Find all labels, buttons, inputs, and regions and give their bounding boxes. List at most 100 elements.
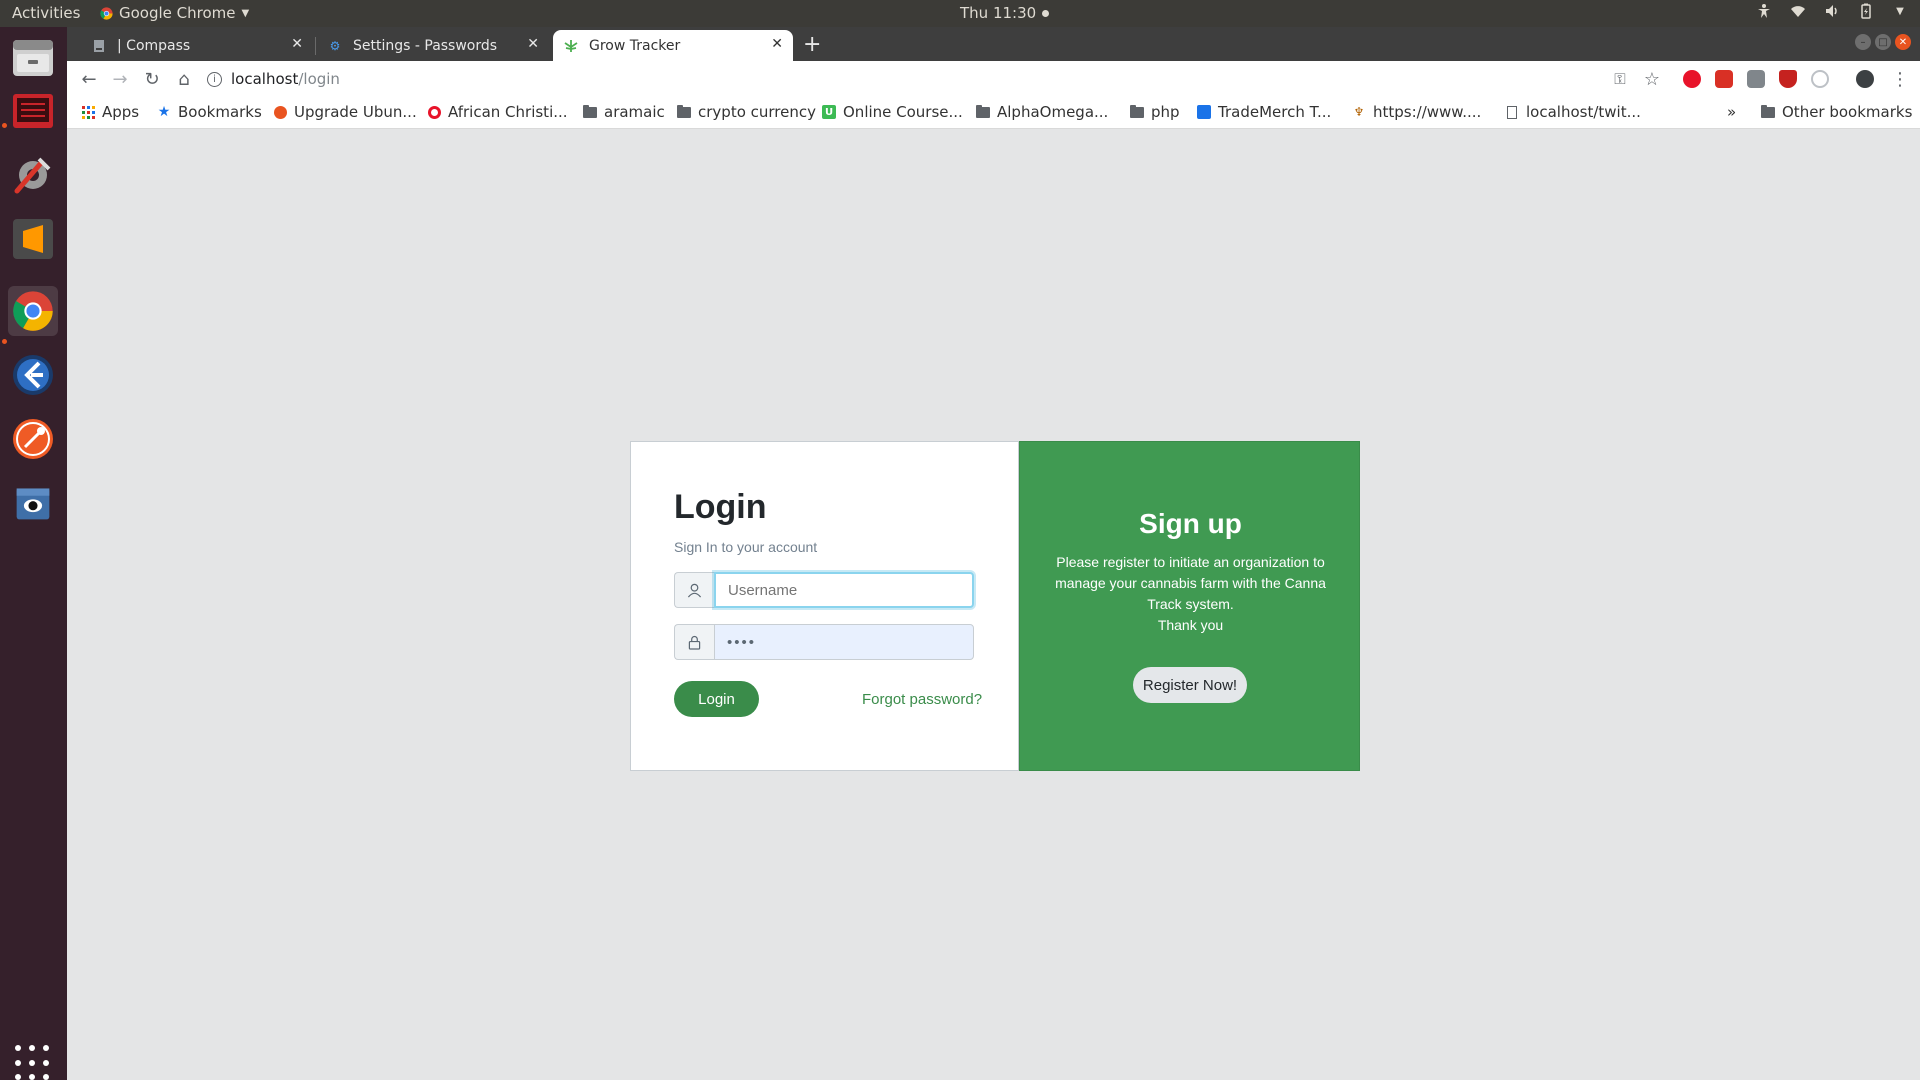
activities-button[interactable]: Activities — [12, 4, 80, 22]
key-icon[interactable]: ⚿ — [1608, 67, 1632, 91]
login-button[interactable]: Login — [674, 681, 759, 717]
forgot-password-link[interactable]: Forgot password? — [862, 691, 982, 708]
bookmark-label: aramaic — [604, 103, 665, 121]
bookmark-https[interactable]: ♆ https://www.... — [1352, 103, 1482, 121]
accessibility-icon[interactable] — [1756, 3, 1772, 19]
overflow-chevron-icon: » — [1727, 103, 1737, 121]
close-icon[interactable]: ✕ — [291, 36, 303, 52]
running-indicator — [2, 339, 7, 344]
settings-tools-launcher[interactable] — [8, 150, 58, 200]
show-applications-icon[interactable] — [15, 1045, 51, 1080]
maximize-button[interactable]: □ — [1875, 34, 1891, 50]
signup-title: Sign up — [1139, 508, 1242, 539]
avatar[interactable] — [1856, 70, 1874, 88]
bookmark-label: Bookmarks — [178, 103, 262, 121]
minimize-button[interactable]: – — [1855, 34, 1871, 50]
bookmark-label: Apps — [102, 103, 140, 121]
bookmarks-overflow-button[interactable]: » — [1727, 103, 1736, 121]
close-window-button[interactable]: ✕ — [1895, 34, 1911, 50]
eye-app-launcher[interactable] — [8, 478, 58, 528]
signup-text-line: Track system. — [1147, 596, 1234, 612]
wifi-icon[interactable] — [1790, 3, 1806, 19]
lock-icon — [674, 624, 714, 660]
browser-toolbar: ← → ↻ ⌂ i localhost/login ⚿ ☆ ⋮ — [67, 61, 1920, 97]
signup-text-line: manage your cannabis farm with the Canna — [1055, 575, 1326, 591]
tab-grow-tracker[interactable]: Grow Tracker ✕ — [553, 30, 793, 61]
tab-title: Grow Tracker — [589, 37, 681, 54]
bookmark-label: localhost/twit... — [1526, 103, 1641, 121]
bookmark-bookmarks[interactable]: ★ Bookmarks — [157, 103, 262, 121]
forward-arrow-icon[interactable]: → — [108, 67, 132, 91]
tab-settings-passwords[interactable]: ⚙ Settings - Passwords ✕ — [317, 30, 549, 61]
sync-extension-icon[interactable] — [1811, 70, 1829, 88]
settings-tools-icon — [14, 157, 51, 194]
folder-icon — [1130, 104, 1144, 119]
bookmark-upgrade-ubuntu[interactable]: Upgrade Ubun... — [273, 103, 417, 121]
volume-icon[interactable] — [1824, 3, 1840, 19]
doc-icon — [1197, 105, 1211, 119]
ublock-shield-icon[interactable] — [1779, 70, 1797, 88]
folder-icon — [677, 104, 691, 119]
bookmark-label: Other bookmarks — [1782, 103, 1913, 121]
reload-icon[interactable]: ↻ — [140, 67, 164, 91]
bookmark-aramaic[interactable]: aramaic — [583, 103, 665, 121]
bookmark-crypto-currency[interactable]: crypto currency — [677, 103, 816, 121]
bookmarks-bar: Apps ★ Bookmarks Upgrade Ubun... African… — [67, 97, 1920, 129]
tab-strip: | Compass ✕ ⚙ Settings - Passwords ✕ Gro… — [67, 27, 1920, 61]
tab-title: | Compass — [117, 37, 191, 54]
code-editor-launcher[interactable] — [8, 350, 58, 400]
eye-app-icon — [16, 488, 50, 520]
close-icon[interactable]: ✕ — [771, 36, 783, 52]
opera-extension-icon[interactable] — [1683, 70, 1701, 88]
red-extension-icon[interactable] — [1715, 70, 1733, 88]
running-indicator — [2, 123, 7, 128]
app-menu-label: Google Chrome — [119, 4, 236, 22]
signup-text-line: Please register to initiate an organizat… — [1056, 554, 1325, 570]
bookmark-online-course[interactable]: U Online Course... — [822, 103, 963, 121]
info-icon[interactable]: i — [207, 71, 222, 87]
username-input[interactable] — [714, 572, 974, 608]
clock[interactable]: Thu 11:30 — [960, 4, 1050, 22]
register-now-button[interactable]: Register Now! — [1133, 667, 1247, 703]
chrome-window: | Compass ✕ ⚙ Settings - Passwords ✕ Gro… — [67, 27, 1920, 1080]
username-group — [674, 572, 974, 608]
app-menu[interactable]: Google Chrome ▼ — [100, 4, 249, 22]
bookmark-localhost-twit[interactable]: localhost/twit... — [1505, 103, 1641, 121]
other-bookmarks[interactable]: Other bookmarks — [1761, 103, 1912, 121]
gray-extension-icon[interactable] — [1747, 70, 1765, 88]
password-input[interactable] — [714, 624, 974, 660]
clock-label: Thu 11:30 — [960, 4, 1037, 22]
star-bookmark-icon[interactable]: ☆ — [1640, 67, 1664, 91]
chrome-icon — [13, 291, 53, 331]
bookmark-php[interactable]: php — [1130, 103, 1180, 121]
files-launcher[interactable] — [8, 33, 58, 83]
bookmark-trademerch[interactable]: TradeMerch T... — [1197, 103, 1331, 121]
sublime-text-launcher[interactable] — [8, 214, 58, 264]
star-icon: ★ — [157, 104, 171, 120]
signup-text-line: Thank you — [1157, 617, 1224, 633]
bookmark-apps[interactable]: Apps — [81, 103, 139, 121]
close-icon[interactable]: ✕ — [527, 36, 539, 52]
terminal-launcher[interactable] — [8, 87, 58, 137]
new-tab-button[interactable]: + — [803, 32, 821, 57]
page-icon — [1505, 105, 1519, 119]
battery-icon[interactable] — [1858, 3, 1874, 19]
home-icon[interactable]: ⌂ — [172, 67, 196, 91]
postman-launcher[interactable] — [8, 414, 58, 464]
tab-compass[interactable]: | Compass ✕ — [81, 30, 313, 61]
signup-description: Please register to initiate an organizat… — [1046, 552, 1335, 636]
bookmark-alphaomega[interactable]: AlphaOmega... — [976, 103, 1108, 121]
kebab-menu-icon[interactable]: ⋮ — [1888, 67, 1912, 91]
address-bar[interactable]: i localhost/login — [207, 64, 340, 94]
notification-dot-icon — [1042, 9, 1050, 17]
bookmark-label: https://www.... — [1373, 103, 1482, 121]
signup-card: Sign up Please register to initiate an o… — [1019, 441, 1360, 771]
chrome-launcher[interactable] — [8, 286, 58, 336]
bookmark-african-christian[interactable]: African Christi... — [427, 103, 568, 121]
back-arrow-icon[interactable]: ← — [77, 67, 101, 91]
chevron-down-icon[interactable]: ▼ — [1892, 3, 1908, 19]
chevron-down-icon: ▼ — [241, 7, 250, 19]
user-icon — [674, 572, 714, 608]
folder-icon — [1761, 104, 1775, 119]
system-tray[interactable]: ▼ — [1756, 3, 1908, 19]
